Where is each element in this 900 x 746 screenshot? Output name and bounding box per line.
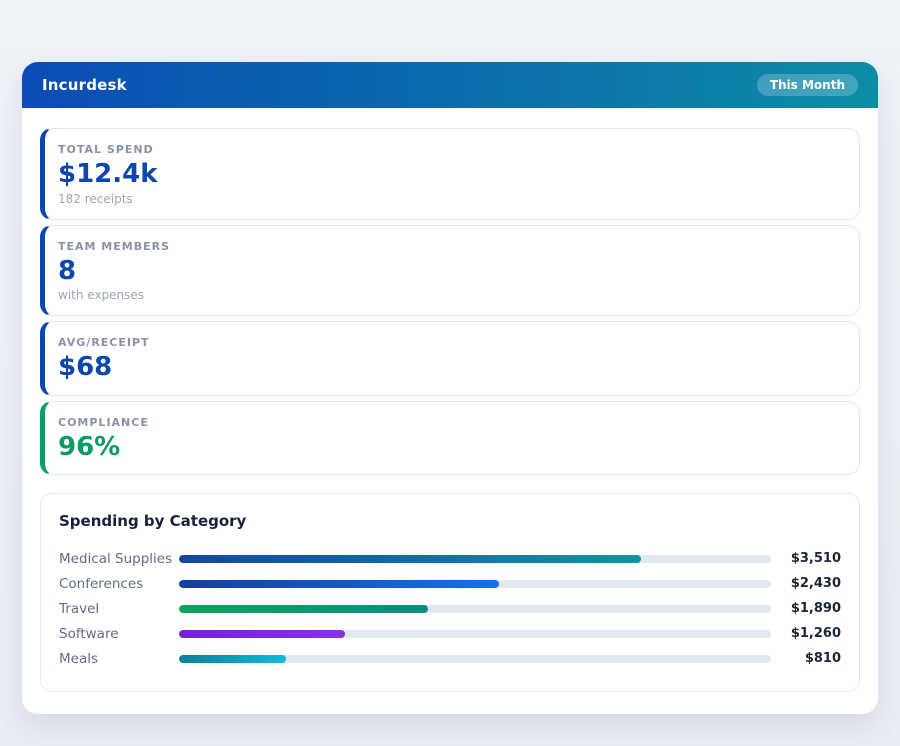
category-bar-fill [179, 555, 641, 563]
category-bar-track [179, 655, 771, 663]
period-badge[interactable]: This Month [757, 74, 858, 96]
stat-label: COMPLIANCE [58, 416, 843, 429]
category-bar-fill [179, 605, 428, 613]
spending-card: Spending by Category Medical Supplies $3… [40, 493, 860, 692]
spending-title: Spending by Category [59, 512, 841, 530]
stat-card: TEAM MEMBERS 8 with expenses [40, 225, 860, 317]
dashboard-content: TOTAL SPEND $12.4k 182 receipts TEAM MEM… [22, 108, 878, 714]
category-value: $810 [779, 651, 841, 666]
spending-row: Software $1,260 [59, 621, 841, 646]
stat-value: $12.4k [58, 160, 843, 189]
category-label: Medical Supplies [59, 551, 179, 567]
stat-sublabel: with expenses [58, 288, 843, 302]
stat-card: AVG/RECEIPT $68 [40, 321, 860, 396]
stat-label: TEAM MEMBERS [58, 240, 843, 253]
spending-row-list: Medical Supplies $3,510 Conferences $2,4… [59, 546, 841, 671]
stat-label: AVG/RECEIPT [58, 336, 843, 349]
spending-row: Medical Supplies $3,510 [59, 546, 841, 571]
stat-sublabel: 182 receipts [58, 192, 843, 206]
stat-label: TOTAL SPEND [58, 143, 843, 156]
category-bar-track [179, 555, 771, 563]
category-label: Travel [59, 601, 179, 617]
category-value: $3,510 [779, 551, 841, 566]
category-label: Software [59, 626, 179, 642]
category-value: $1,260 [779, 626, 841, 641]
spending-row: Conferences $2,430 [59, 571, 841, 596]
app-header: Incurdesk This Month [22, 62, 878, 108]
category-value: $2,430 [779, 576, 841, 591]
stat-card: COMPLIANCE 96% [40, 401, 860, 476]
spending-row: Travel $1,890 [59, 596, 841, 621]
category-bar-fill [179, 580, 499, 588]
category-bar-fill [179, 655, 286, 663]
stat-card-list: TOTAL SPEND $12.4k 182 receipts TEAM MEM… [40, 128, 860, 475]
app-title: Incurdesk [42, 76, 127, 94]
category-value: $1,890 [779, 601, 841, 616]
category-bar-track [179, 605, 771, 613]
stat-value: $68 [58, 353, 843, 382]
spending-row: Meals $810 [59, 646, 841, 671]
stat-value: 96% [58, 433, 843, 462]
category-bar-track [179, 630, 771, 638]
stat-card: TOTAL SPEND $12.4k 182 receipts [40, 128, 860, 220]
category-label: Conferences [59, 576, 179, 592]
app-container: Incurdesk This Month TOTAL SPEND $12.4k … [22, 62, 878, 714]
category-bar-fill [179, 630, 345, 638]
category-label: Meals [59, 651, 179, 667]
category-bar-track [179, 580, 771, 588]
stat-value: 8 [58, 257, 843, 286]
